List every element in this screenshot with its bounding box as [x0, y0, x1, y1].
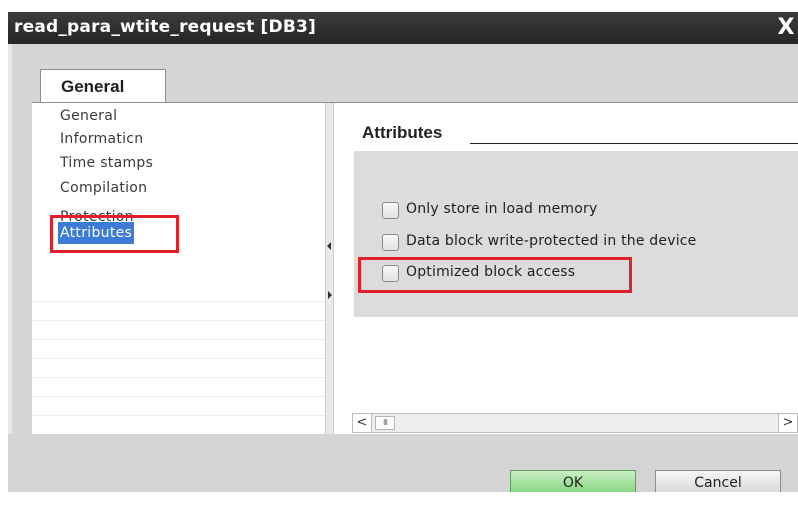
dialog-title: read_para_wtite_request [DB3]	[14, 17, 316, 37]
section-header: Attributes	[354, 105, 798, 151]
attributes-panel: Only store in load memory Data block wri…	[354, 151, 798, 317]
section-divider	[470, 143, 798, 144]
highlight-box-attributes	[50, 215, 179, 253]
expand-right-icon[interactable]	[328, 291, 332, 299]
dialog-content: General Informaticn Time stamps Compilat…	[32, 102, 798, 435]
properties-dialog: read_para_wtite_request [DB3] X General …	[8, 12, 798, 496]
scroll-thumb[interactable]: III	[375, 416, 395, 430]
horizontal-scrollbar[interactable]: < III >	[352, 413, 798, 433]
dialog-titlebar[interactable]: read_para_wtite_request [DB3] X	[8, 12, 798, 44]
tab-general[interactable]: General	[40, 69, 166, 103]
navigation-pane: General Informaticn Time stamps Compilat…	[32, 103, 325, 435]
pane-splitter[interactable]	[325, 103, 334, 435]
nav-empty-rows	[32, 283, 325, 435]
nav-item-information[interactable]: Informaticn	[60, 128, 143, 150]
scroll-left-button[interactable]: <	[353, 414, 372, 432]
properties-pane: Attributes Only store in load memory Dat…	[334, 103, 798, 435]
option-label: Data block write-protected in the device	[406, 233, 697, 249]
background-area	[0, 492, 798, 520]
nav-item-general[interactable]: General	[60, 105, 117, 127]
section-title: Attributes	[362, 123, 443, 142]
dialog-footer: OK Cancel	[8, 434, 798, 496]
collapse-left-icon[interactable]	[327, 242, 331, 250]
nav-item-time-stamps[interactable]: Time stamps	[60, 152, 153, 174]
scroll-right-button[interactable]: >	[778, 414, 797, 432]
highlight-box-optimized	[358, 257, 632, 293]
window-edge	[8, 44, 12, 462]
close-icon[interactable]: X	[774, 14, 798, 42]
option-label: Only store in load memory	[406, 201, 598, 217]
checkbox-write-protected[interactable]	[382, 234, 399, 251]
nav-item-compilation[interactable]: Compilation	[60, 177, 147, 199]
checkbox-only-store-in-load-memory[interactable]	[382, 202, 399, 219]
